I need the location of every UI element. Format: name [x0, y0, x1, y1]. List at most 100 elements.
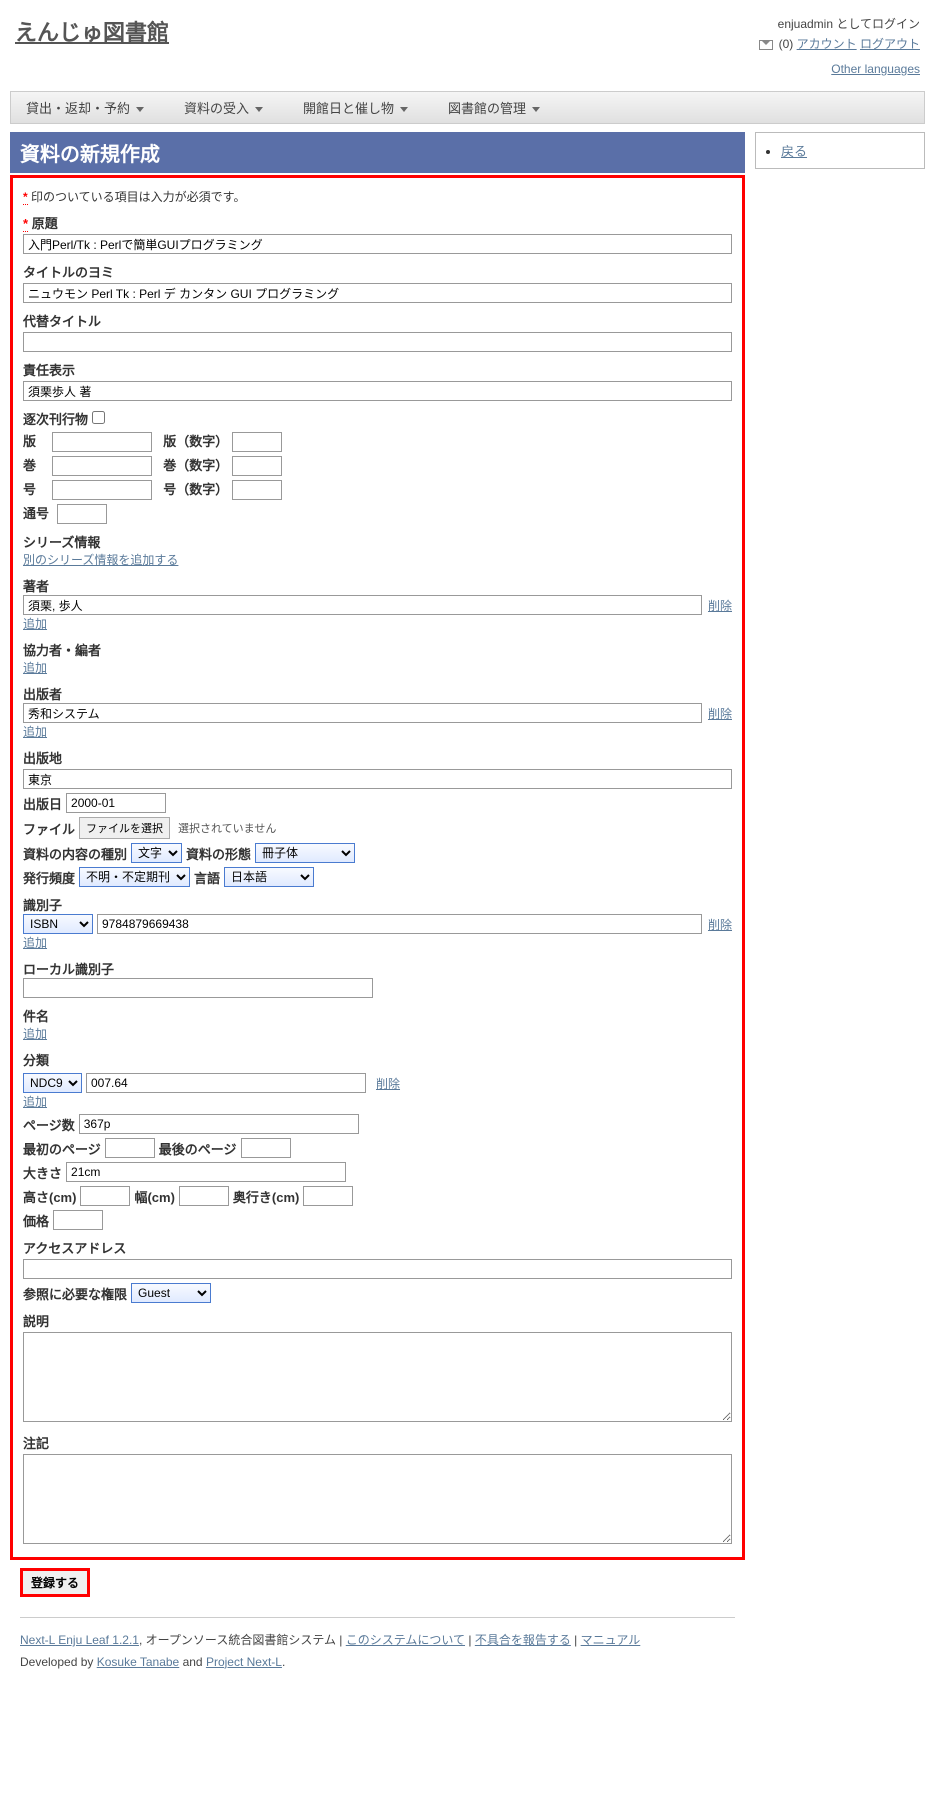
responsibility-input[interactable] [23, 381, 732, 401]
identifier-add-link[interactable]: 追加 [23, 936, 47, 950]
login-user: enjuadmin [778, 17, 833, 31]
nav-acquisition[interactable]: 資料の受入 [184, 98, 263, 117]
form-area: * 印のついている項目は入力が必須です。 * 原題 タイトルのヨミ 代替タイトル… [10, 175, 745, 1560]
footer-dev-prefix: Developed by [20, 1655, 97, 1669]
label-price: 価格 [23, 1211, 49, 1230]
label-width: 幅(cm) [134, 1187, 174, 1206]
label-edition-num: 版（数字） [163, 434, 228, 449]
chevron-down-icon [136, 107, 144, 112]
label-first-page: 最初のページ [23, 1139, 101, 1158]
label-pages: ページ数 [23, 1115, 75, 1134]
footer-dev-suffix: . [282, 1655, 285, 1669]
classification-delete-link[interactable]: 削除 [376, 1075, 400, 1092]
subject-add-link[interactable]: 追加 [23, 1027, 47, 1041]
footer-report-link[interactable]: 不具合を報告する [475, 1633, 571, 1647]
pub-date-input[interactable] [66, 793, 166, 813]
account-link[interactable]: アカウント [797, 37, 857, 51]
alt-title-input[interactable] [23, 332, 732, 352]
label-last-page: 最後のページ [159, 1139, 237, 1158]
footer-product-link[interactable]: Next-L Enju Leaf 1.2.1 [20, 1633, 139, 1647]
price-input[interactable] [53, 1210, 103, 1230]
mail-icon [759, 40, 773, 50]
content-type-select[interactable]: 文字 [131, 843, 182, 863]
pub-place-input[interactable] [23, 769, 732, 789]
local-id-input[interactable] [23, 978, 373, 998]
footer-dev-name-link[interactable]: Kosuke Tanabe [97, 1655, 180, 1669]
access-addr-input[interactable] [23, 1259, 732, 1279]
label-issue: 号 [23, 479, 48, 498]
serial-num-input[interactable] [57, 504, 107, 524]
volume-num-input[interactable] [232, 456, 282, 476]
label-description: 説明 [23, 1311, 49, 1330]
label-content-type: 資料の内容の種別 [23, 844, 127, 863]
description-textarea[interactable] [23, 1332, 732, 1422]
title-yomi-input[interactable] [23, 283, 732, 303]
volume-input[interactable] [52, 456, 152, 476]
logout-link[interactable]: ログアウト [860, 37, 920, 51]
label-responsibility: 責任表示 [23, 360, 75, 379]
label-contributor: 協力者・編者 [23, 640, 101, 659]
size-input[interactable] [66, 1162, 346, 1182]
label-title: 原題 [32, 213, 58, 232]
contributor-add-link[interactable]: 追加 [23, 661, 47, 675]
label-issue-num: 号（数字） [163, 482, 228, 497]
back-link[interactable]: 戻る [781, 144, 807, 159]
author-input[interactable] [23, 595, 702, 615]
user-area: enjuadmin としてログイン (0) アカウント ログアウト Other … [759, 15, 920, 76]
note-textarea[interactable] [23, 1454, 732, 1544]
identifier-value-input[interactable] [97, 914, 702, 934]
classification-add-link[interactable]: 追加 [23, 1095, 47, 1109]
label-title-yomi: タイトルのヨミ [23, 262, 114, 281]
label-size: 大きさ [23, 1163, 62, 1182]
required-role-select[interactable]: Guest [131, 1283, 211, 1303]
edition-num-input[interactable] [232, 432, 282, 452]
publisher-input[interactable] [23, 703, 702, 723]
publisher-add-link[interactable]: 追加 [23, 725, 47, 739]
frequency-select[interactable]: 不明・不定期刊 [79, 867, 190, 887]
author-delete-link[interactable]: 削除 [708, 597, 732, 614]
carrier-type-select[interactable]: 冊子体 [255, 843, 355, 863]
label-edition: 版 [23, 431, 48, 450]
title-input[interactable] [23, 234, 732, 254]
last-page-input[interactable] [241, 1138, 291, 1158]
file-select-button[interactable]: ファイルを選択 [79, 817, 170, 839]
classification-type-select[interactable]: NDC9 [23, 1073, 82, 1093]
width-input[interactable] [179, 1186, 229, 1206]
label-subject: 件名 [23, 1006, 49, 1025]
classification-value-input[interactable] [86, 1073, 366, 1093]
footer-dev-proj-link[interactable]: Project Next-L [206, 1655, 282, 1669]
footer-manual-link[interactable]: マニュアル [581, 1633, 641, 1647]
label-identifier: 識別子 [23, 895, 62, 914]
publisher-delete-link[interactable]: 削除 [708, 705, 732, 722]
nav-admin[interactable]: 図書館の管理 [448, 98, 540, 117]
language-select[interactable]: 日本語 [224, 867, 314, 887]
add-series-link[interactable]: 別のシリーズ情報を追加する [23, 553, 178, 567]
serial-checkbox[interactable] [92, 411, 105, 424]
pages-input[interactable] [79, 1114, 359, 1134]
other-languages-link[interactable]: Other languages [831, 62, 920, 76]
first-page-input[interactable] [105, 1138, 155, 1158]
issue-num-input[interactable] [232, 480, 282, 500]
label-language: 言語 [194, 868, 220, 887]
site-title-link[interactable]: えんじゅ図書館 [15, 15, 169, 47]
footer: Next-L Enju Leaf 1.2.1, オープンソース統合図書館システム… [20, 1617, 735, 1673]
label-pub-date: 出版日 [23, 794, 62, 813]
footer-tagline: , オープンソース統合図書館システム | [139, 1633, 346, 1647]
edition-input[interactable] [52, 432, 152, 452]
height-input[interactable] [80, 1186, 130, 1206]
side-box: 戻る [755, 132, 925, 169]
page-title: 資料の新規作成 [10, 132, 745, 173]
author-add-link[interactable]: 追加 [23, 617, 47, 631]
label-publisher: 出版者 [23, 684, 62, 703]
nav-circulation[interactable]: 貸出・返却・予約 [26, 98, 144, 117]
footer-about-link[interactable]: このシステムについて [346, 1633, 465, 1647]
label-height: 高さ(cm) [23, 1187, 76, 1206]
nav-events[interactable]: 開館日と催し物 [303, 98, 408, 117]
depth-input[interactable] [303, 1186, 353, 1206]
footer-dev-and: and [179, 1655, 206, 1669]
label-classification: 分類 [23, 1050, 49, 1069]
issue-input[interactable] [52, 480, 152, 500]
submit-button[interactable]: 登録する [20, 1568, 90, 1597]
identifier-delete-link[interactable]: 削除 [708, 916, 732, 933]
identifier-type-select[interactable]: ISBN [23, 914, 93, 934]
